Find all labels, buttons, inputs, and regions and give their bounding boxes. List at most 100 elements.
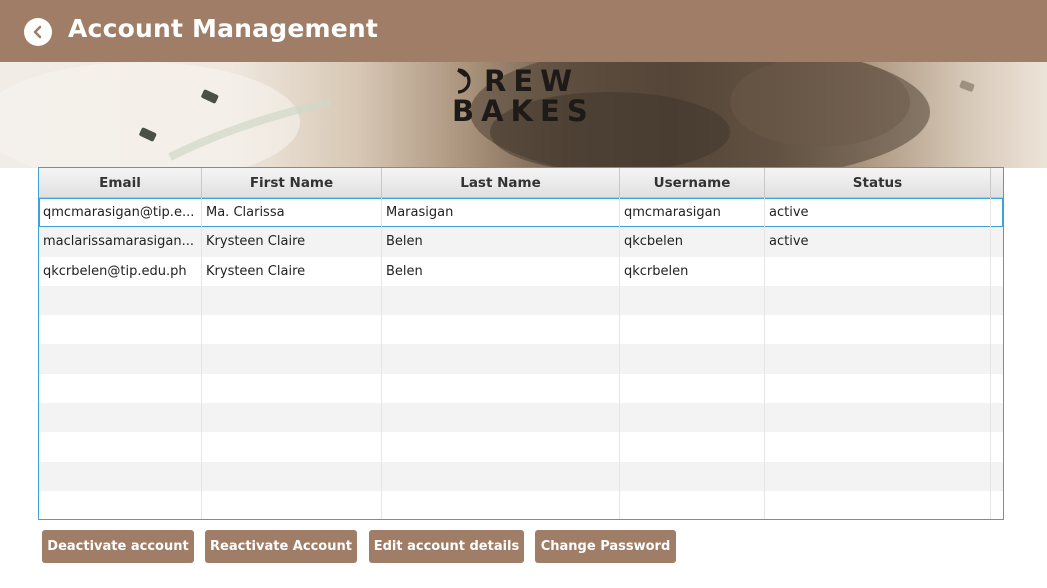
cell-status [765,403,991,433]
cell-first-name [202,285,382,316]
cell-username [620,315,765,345]
drew-bakes-logo: REW BAKES [452,66,602,134]
cell-first-name [202,373,382,404]
cell-email [39,432,202,462]
empty-table-row [39,344,1003,374]
cell-status: active [765,227,991,257]
empty-table-row [39,403,1003,433]
logo-text-top: REW [484,64,580,98]
empty-table-row [39,315,1003,345]
cell-first-name [202,461,382,491]
cell-email [39,403,202,433]
cell-email [39,490,202,519]
cell-username: qkcrbelen [620,256,765,286]
cell-filler [991,315,1003,344]
cell-status: active [765,198,991,228]
column-header-first-name[interactable]: First Name [202,168,382,198]
cell-email [39,285,202,316]
empty-table-row [39,373,1003,404]
cell-last-name [382,285,620,316]
column-header-username[interactable]: Username [620,168,765,198]
cell-last-name: Belen [382,227,620,257]
empty-table-row [39,432,1003,462]
column-header-email[interactable]: Email [39,168,202,198]
cell-username [620,344,765,374]
cell-filler [991,432,1003,461]
cell-username: qkcbelen [620,227,765,257]
deactivate-account-button[interactable]: Deactivate account [42,530,194,563]
cell-filler [991,403,1003,432]
bakery-banner: REW BAKES [0,62,1047,168]
cell-last-name [382,315,620,345]
cell-username [620,461,765,491]
cell-first-name [202,432,382,462]
cell-filler [991,344,1003,373]
cell-filler [991,286,1003,315]
cell-first-name: Krysteen Claire [202,227,382,257]
edit-account-details-button[interactable]: Edit account details [369,530,524,563]
cell-last-name [382,432,620,462]
cell-filler [991,198,1003,227]
cell-status [765,490,991,519]
column-header-status[interactable]: Status [765,168,991,198]
cell-email [39,344,202,374]
empty-table-row [39,285,1003,316]
cell-filler [991,374,1003,403]
logo-text-bottom: BAKES [452,94,595,128]
cell-last-name: Marasigan [382,198,620,228]
cell-last-name [382,490,620,519]
cell-last-name: Belen [382,256,620,286]
empty-table-row [39,490,1003,519]
cell-filler [991,257,1003,286]
cell-filler [991,227,1003,256]
cell-first-name [202,403,382,433]
cell-username [620,285,765,316]
page-title: Account Management [68,14,379,43]
cell-username [620,373,765,404]
cell-status [765,432,991,462]
table-body: qmcmarasigan@tip.e... Ma. Clarissa Marasig… [39,198,1003,519]
accounts-table[interactable]: Email First Name Last Name Username Stat… [38,167,1004,520]
cell-status [765,256,991,286]
account-management-window: Account Management REW BAKES Email First… [0,0,1047,588]
cell-username [620,403,765,433]
cell-email: qmcmarasigan@tip.e... [39,198,202,228]
table-row[interactable]: maclarissamarasigan... Krysteen Claire Bel… [39,227,1003,257]
empty-table-row [39,461,1003,491]
table-header: Email First Name Last Name Username Stat… [39,168,1003,198]
column-header-filler [991,168,1003,198]
cell-first-name: Krysteen Claire [202,256,382,286]
cell-last-name [382,373,620,404]
cell-email: maclarissamarasigan... [39,227,202,257]
cell-email [39,373,202,404]
cell-status [765,373,991,404]
cell-status [765,344,991,374]
cell-last-name [382,461,620,491]
back-button[interactable] [24,18,52,46]
cell-first-name [202,490,382,519]
back-arrow-icon [33,25,42,39]
cell-last-name [382,344,620,374]
column-header-last-name[interactable]: Last Name [382,168,620,198]
cell-email: qkcrbelen@tip.edu.ph [39,256,202,286]
cell-filler [991,491,1003,519]
table-row[interactable]: qmcmarasigan@tip.e... Ma. Clarissa Marasig… [39,198,1003,228]
cell-last-name [382,403,620,433]
reactivate-account-button[interactable]: Reactivate Account [205,530,357,563]
cell-filler [991,462,1003,491]
cell-username [620,432,765,462]
cell-email [39,315,202,345]
table-row[interactable]: qkcrbelen@tip.edu.ph Krysteen Claire Belen… [39,256,1003,286]
cell-first-name: Ma. Clarissa [202,198,382,228]
change-password-button[interactable]: Change Password [535,530,676,563]
cell-email [39,461,202,491]
cell-username [620,490,765,519]
cell-first-name [202,315,382,345]
logo-d-mark [457,68,471,94]
header-bar: Account Management [0,0,1047,62]
cell-status [765,285,991,316]
cell-username: qmcmarasigan [620,198,765,228]
cell-status [765,461,991,491]
cell-status [765,315,991,345]
cell-first-name [202,344,382,374]
